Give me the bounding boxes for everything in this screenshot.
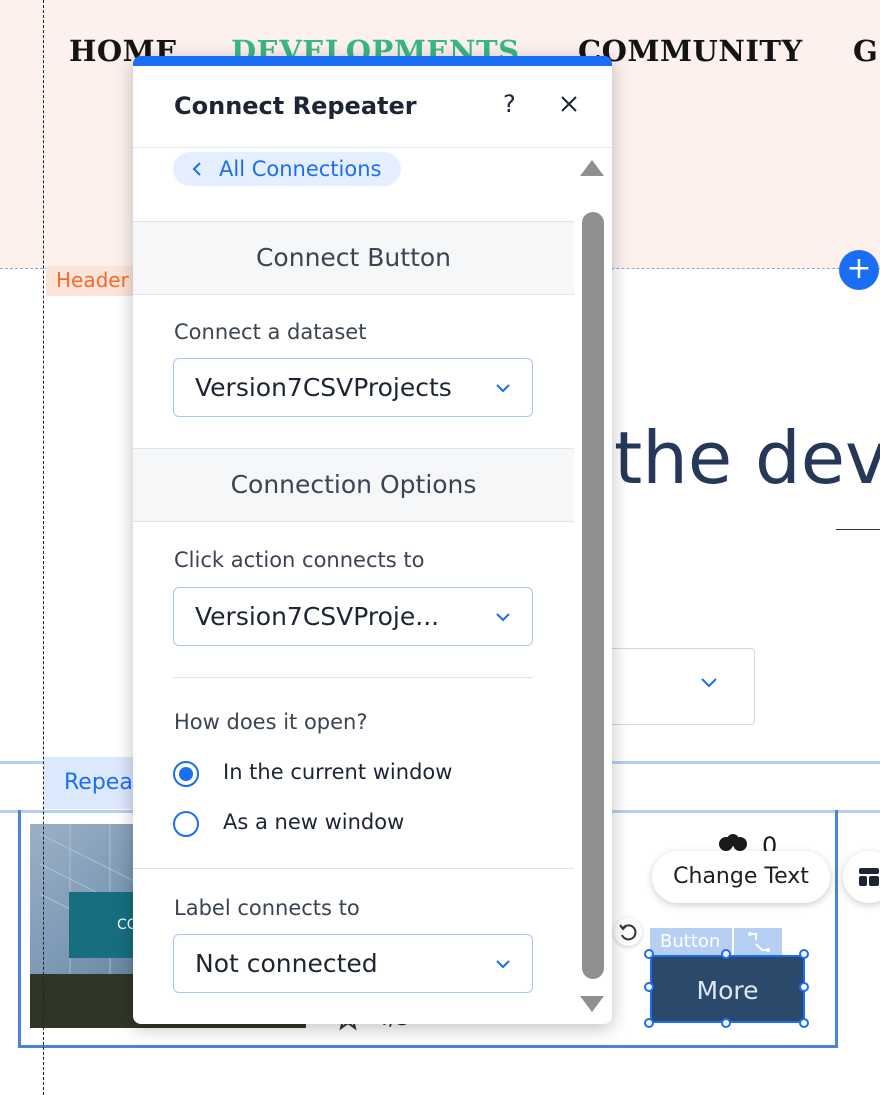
open-mode-label: How does it open? bbox=[174, 710, 368, 734]
section-divider bbox=[133, 868, 574, 869]
repeater-tag[interactable]: Repea bbox=[44, 757, 134, 809]
label-connects-select[interactable]: Not connected bbox=[173, 934, 533, 993]
dataset-select[interactable]: Version7CSVProjects bbox=[173, 358, 533, 417]
chevron-down-icon bbox=[701, 678, 717, 688]
chevron-down-icon bbox=[496, 960, 510, 969]
click-action-select[interactable]: Version7CSVProje... bbox=[173, 587, 533, 646]
click-action-label: Click action connects to bbox=[174, 548, 425, 572]
radio-new-window[interactable] bbox=[173, 811, 199, 837]
connect-repeater-panel: Connect Repeater ? All Connections Conne… bbox=[133, 56, 612, 1024]
divider-line bbox=[836, 529, 880, 530]
radio-new-window-label[interactable]: As a new window bbox=[223, 810, 404, 834]
radio-current-window-label[interactable]: In the current window bbox=[223, 760, 452, 784]
scroll-down-arrow[interactable] bbox=[580, 996, 604, 1012]
layout-icon bbox=[859, 868, 879, 886]
dataset-label: Connect a dataset bbox=[174, 320, 367, 344]
chevron-down-icon bbox=[496, 613, 510, 622]
chevron-down-icon bbox=[496, 384, 510, 393]
panel-title: Connect Repeater bbox=[174, 92, 417, 120]
scrollbar-thumb[interactable] bbox=[582, 212, 604, 979]
all-connections-label: All Connections bbox=[219, 157, 382, 181]
resize-handle[interactable] bbox=[721, 949, 731, 959]
resize-handle[interactable] bbox=[644, 982, 654, 992]
plus-icon: + bbox=[846, 251, 872, 286]
all-connections-button[interactable]: All Connections bbox=[173, 152, 402, 186]
scroll-up-arrow[interactable] bbox=[580, 160, 604, 176]
change-text-button[interactable]: Change Text bbox=[652, 851, 830, 903]
header-tag[interactable]: Header bbox=[46, 266, 139, 296]
connect-data-button[interactable] bbox=[734, 928, 782, 956]
button-tag[interactable]: Button bbox=[650, 928, 732, 956]
radio-current-window[interactable] bbox=[173, 761, 199, 787]
layout-button[interactable] bbox=[843, 851, 880, 903]
reset-icon[interactable] bbox=[614, 918, 642, 946]
resize-handle[interactable] bbox=[799, 949, 809, 959]
page-heading[interactable]: the dev bbox=[614, 416, 880, 500]
dataset-value: Version7CSVProjects bbox=[195, 373, 452, 402]
add-section-button[interactable]: + bbox=[839, 250, 879, 290]
help-icon[interactable]: ? bbox=[503, 90, 516, 118]
resize-handle[interactable] bbox=[721, 1018, 731, 1028]
resize-handle[interactable] bbox=[644, 1018, 654, 1028]
resize-handle[interactable] bbox=[644, 949, 654, 959]
click-action-value: Version7CSVProje... bbox=[195, 602, 440, 631]
panel-header-divider bbox=[133, 147, 612, 148]
chevron-left-icon bbox=[192, 162, 201, 176]
label-connects-label: Label connects to bbox=[174, 896, 360, 920]
section-connect-button: Connect Button bbox=[133, 221, 574, 295]
section-divider bbox=[173, 677, 533, 678]
section-connection-options: Connection Options bbox=[133, 448, 574, 522]
label-connects-value: Not connected bbox=[195, 949, 378, 978]
gridline-guide bbox=[43, 0, 44, 1095]
connect-icon bbox=[748, 932, 770, 952]
resize-handle[interactable] bbox=[799, 982, 809, 992]
resize-handle[interactable] bbox=[799, 1018, 809, 1028]
more-button[interactable]: More bbox=[650, 955, 805, 1023]
close-icon[interactable] bbox=[557, 92, 581, 116]
panel-accent-bar bbox=[133, 56, 612, 66]
nav-item-truncated[interactable]: G bbox=[853, 34, 878, 68]
